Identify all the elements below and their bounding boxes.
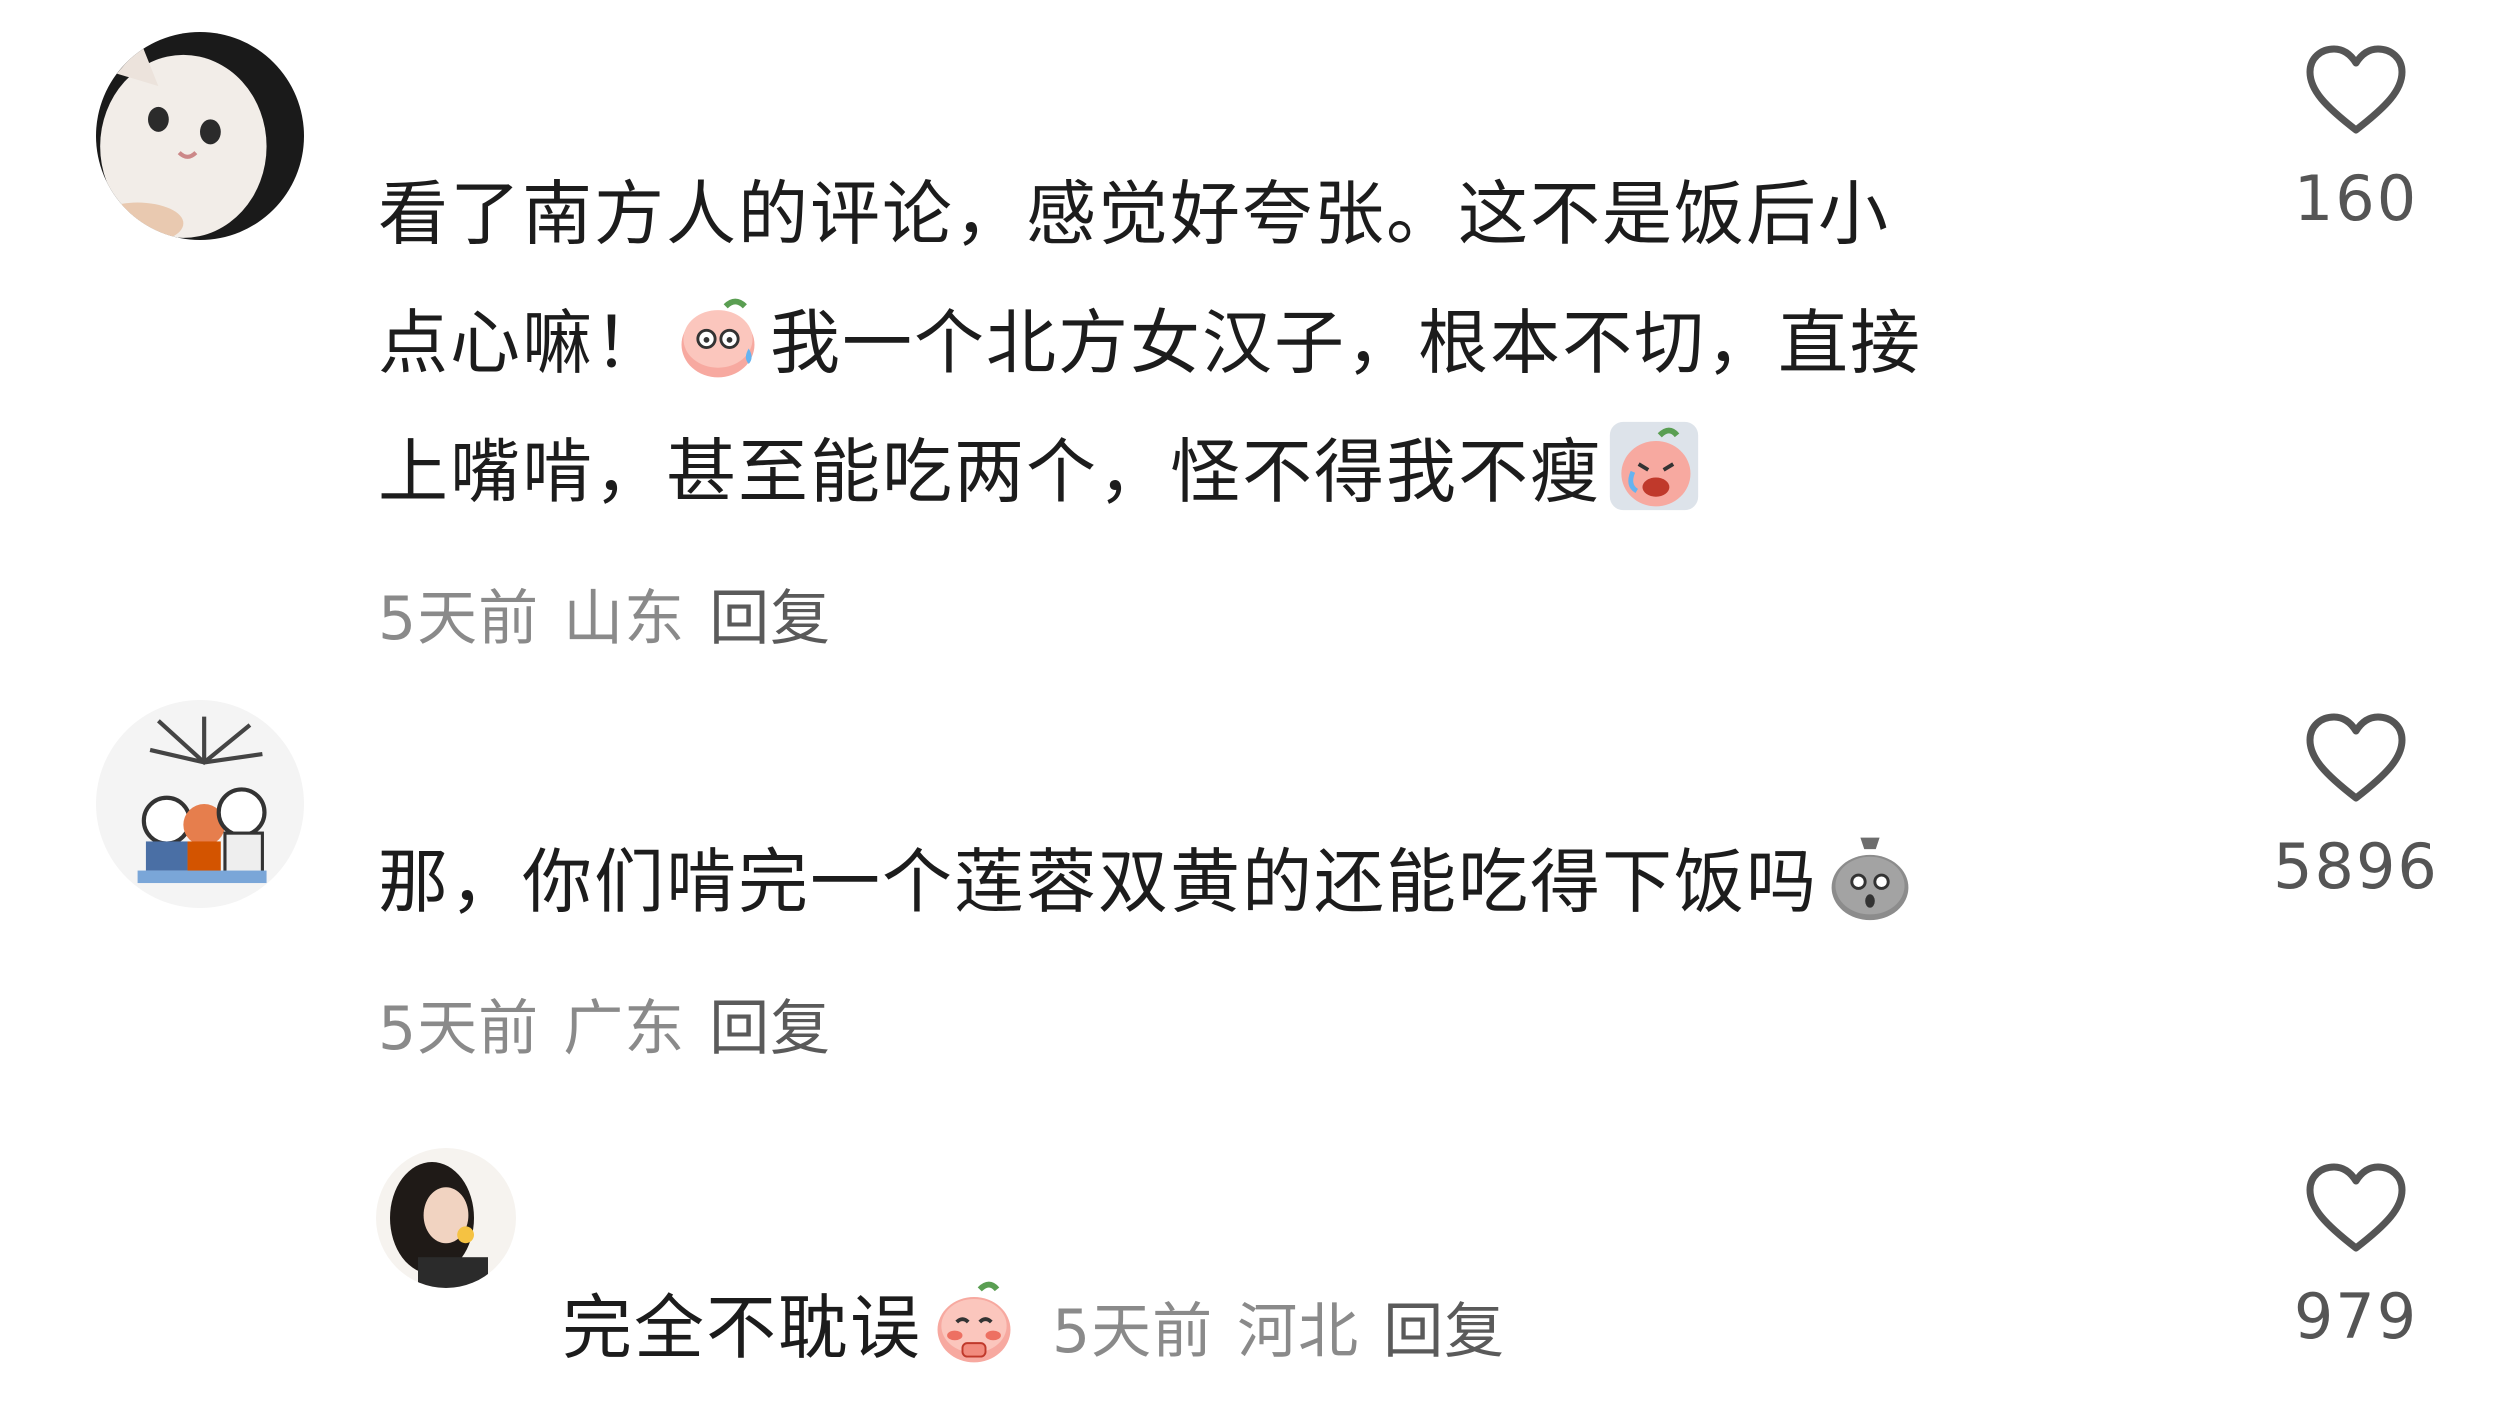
comment-text: 看了南方人的评论，感觉好夸张。这不是饭后小 点心嘛！ 我一个北方女汉子，根本不切… [378,150,1922,537]
reply-button[interactable]: 回复 [709,994,831,1064]
comment-text-line: 看了南方人的评论，感觉好夸张。这不是饭后小 [378,173,1890,255]
reply-button[interactable]: 回复 [709,584,831,654]
like-count: 160 [2293,162,2419,235]
comment-text-line: 我一个北方女汉子，根本不切，直接 [770,302,1922,384]
heart-outline-icon [2306,1163,2406,1252]
heart-outline-icon [2306,713,2406,802]
comment-time: 5天前 [378,994,540,1064]
blushing-peach-emoji-icon [926,1274,1022,1370]
woman-avatar-image [376,1148,516,1288]
avatar[interactable] [376,1148,516,1288]
comment-text: 完全不耽误 5天前 河北 回复 [562,1264,1529,1393]
like-button[interactable]: 160 [2236,44,2476,235]
avatar[interactable] [96,700,304,908]
like-count: 5896 [2273,830,2439,903]
comment-time: 5天前 [378,584,540,654]
like-button[interactable]: 5896 [2236,712,2476,903]
like-button[interactable]: 979 [2236,1162,2476,1353]
comment-text-line: 那，你们啃完一个莲蓉双黄的还能吃得下饭吗 [378,841,1818,923]
avatar[interactable] [96,32,304,240]
comment-text-line: 上嘴啃，甚至能吃两个，怪不得我不瘦 [378,431,1602,513]
comment-meta: 5天前 山东 回复 [378,570,855,657]
like-count: 979 [2293,1280,2419,1353]
comment-text-line: 完全不耽误 [562,1287,922,1369]
cartoon-group-avatar-image [96,700,304,908]
comment-location: 广东 [563,994,686,1064]
comment-location: 河北 [1237,1297,1360,1367]
comment-text: 那，你们啃完一个莲蓉双黄的还能吃得下饭吗 [378,818,1922,947]
crying-peach-emoji-icon [1606,418,1702,514]
cat-avatar-image [96,32,304,240]
comment-time: 5天前 [1052,1297,1214,1367]
comment-meta: 5天前 广东 回复 [378,980,855,1067]
heart-outline-icon [2306,45,2406,134]
comment-meta: 5天前 河北 回复 [1052,1297,1529,1367]
shocked-bag-emoji-icon [1822,828,1918,924]
comment-location: 山东 [563,584,686,654]
reply-button[interactable]: 回复 [1383,1297,1505,1367]
sweat-peach-emoji-icon [670,289,766,385]
comment-text-line: 点心嘛！ [378,302,666,384]
